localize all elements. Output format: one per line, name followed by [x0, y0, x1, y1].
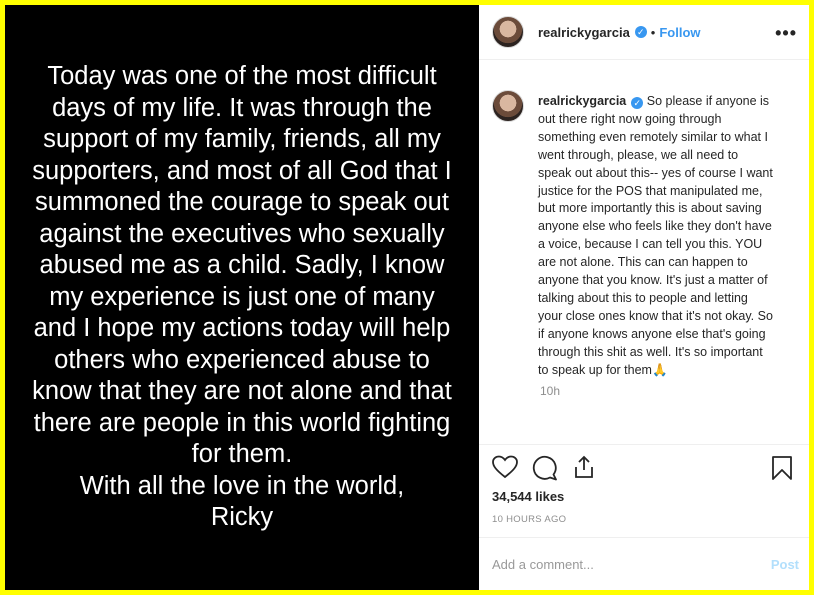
- image-text-line: summoned the courage to speak out: [35, 188, 449, 217]
- image-text-line: support of my family, friends, all my: [43, 125, 441, 154]
- image-text-line: days of my life. It was through the: [52, 93, 432, 122]
- likes-count[interactable]: 34,544 likes: [492, 489, 793, 504]
- caption-time[interactable]: 10h: [540, 384, 793, 398]
- caption-text: So please if anyone is out there right n…: [538, 94, 773, 377]
- image-text-line: abused me as a child. Sadly, I know: [39, 251, 445, 280]
- comment-icon[interactable]: [532, 455, 558, 481]
- post-header: realrickygarcia ✓ • Follow •••: [479, 5, 809, 60]
- post-actions: 34,544 likes 10 HOURS AGO Post: [479, 444, 809, 590]
- verified-badge-icon: ✓: [631, 97, 644, 109]
- header-separator: •: [650, 24, 656, 40]
- action-icons: [492, 445, 793, 485]
- post-sidebar: realrickygarcia ✓ • Follow ••• realricky…: [479, 5, 809, 590]
- header-username[interactable]: realrickygarcia: [538, 25, 630, 40]
- comments-section[interactable]: realrickygarcia ✓ So please if anyone is …: [479, 60, 809, 444]
- avatar[interactable]: [492, 90, 524, 122]
- verified-badge-icon: ✓: [634, 26, 647, 38]
- add-comment-bar: Post: [479, 537, 809, 590]
- follow-button[interactable]: Follow: [659, 25, 700, 40]
- post-image[interactable]: Today was one of the most difficult days…: [5, 5, 479, 590]
- instagram-post: Today was one of the most difficult days…: [5, 5, 809, 590]
- image-text-line: against the executives who sexually: [39, 219, 445, 248]
- bookmark-icon[interactable]: [771, 455, 793, 481]
- image-signoff: With all the love in the world, Ricky: [80, 471, 405, 534]
- image-text-line: there are people in this world fighting: [33, 408, 451, 437]
- image-text-line: my experience is just one of many: [49, 282, 435, 311]
- heart-icon[interactable]: [492, 455, 518, 479]
- post-comment-button[interactable]: Post: [771, 557, 799, 572]
- caption-username[interactable]: realrickygarcia: [538, 94, 626, 108]
- signoff-line: With all the love in the world,: [79, 471, 405, 500]
- image-text-line: for them.: [191, 440, 293, 469]
- image-text-line: supporters, and most of all God that I: [32, 156, 452, 185]
- caption-body: realrickygarcia ✓ So please if anyone is …: [538, 93, 774, 380]
- avatar[interactable]: [492, 16, 524, 48]
- image-text-line: others who experienced abuse to: [54, 345, 430, 374]
- signoff-name: Ricky: [210, 503, 274, 532]
- image-text-line: and I hope my actions today will help: [33, 314, 451, 343]
- post-timestamp[interactable]: 10 HOURS AGO: [492, 514, 793, 525]
- image-text-line: Today was one of the most difficult: [47, 62, 437, 91]
- more-options-icon[interactable]: •••: [775, 23, 797, 44]
- image-text-line: know that they are not alone and that: [32, 377, 452, 406]
- post-image-text: Today was one of the most difficult days…: [32, 61, 452, 471]
- share-icon[interactable]: [572, 455, 596, 479]
- caption-comment: realrickygarcia ✓ So please if anyone is …: [492, 90, 793, 380]
- add-comment-input[interactable]: [492, 556, 771, 572]
